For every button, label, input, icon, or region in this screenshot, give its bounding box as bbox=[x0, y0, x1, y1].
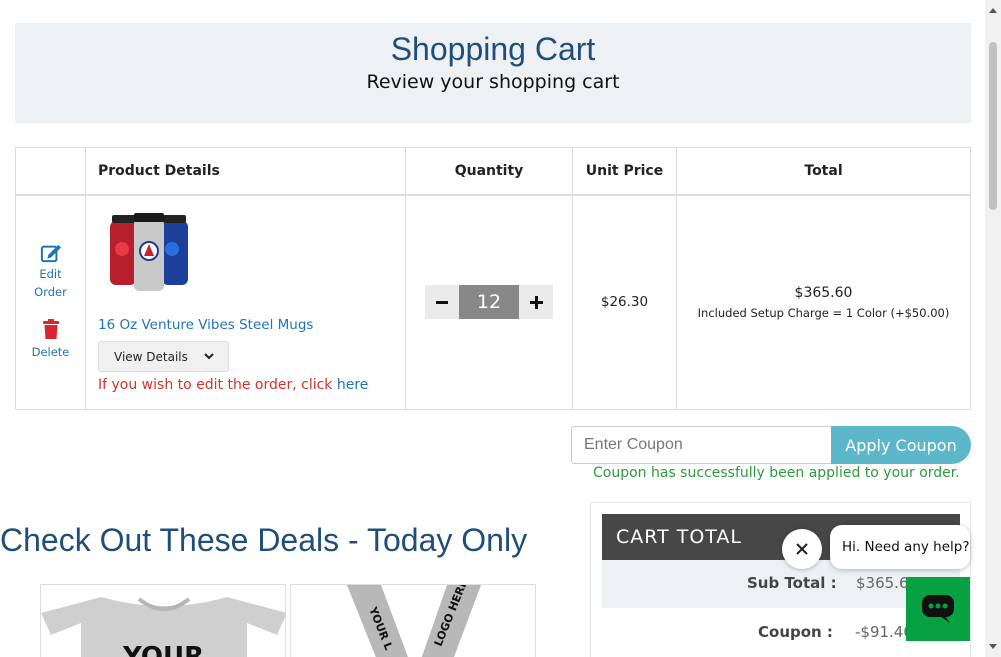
product-cell: 16 Oz Venture Vibes Steel Mugs View Deta… bbox=[85, 194, 406, 410]
tshirt-image: YOUR bbox=[41, 597, 285, 657]
column-header-total: Total bbox=[676, 147, 971, 196]
apply-coupon-button[interactable]: Apply Coupon bbox=[831, 426, 971, 464]
cart-header-band: Shopping Cart Review your shopping cart bbox=[15, 23, 971, 123]
deal-card[interactable]: YOUR bbox=[40, 584, 286, 657]
product-image[interactable] bbox=[104, 211, 194, 297]
actions-cell: Edit Order Delete bbox=[15, 194, 86, 410]
minus-icon bbox=[436, 300, 448, 304]
page-scrollbar[interactable] bbox=[985, 0, 1001, 657]
lanyard-image: YOUR L LOGO HERE bbox=[347, 585, 481, 657]
quantity-cell: 12 bbox=[405, 194, 573, 410]
deal-card[interactable]: YOUR L LOGO HERE bbox=[290, 584, 536, 657]
chat-greeting-bubble[interactable]: Hi. Need any help? bbox=[830, 525, 970, 569]
coupon-success-message: Coupon has successfully been applied to … bbox=[593, 465, 960, 481]
coupon-discount-value: -$91.40 bbox=[855, 623, 913, 641]
edit-order-note: If you wish to edit the order, click her… bbox=[98, 377, 405, 393]
quantity-value[interactable]: 12 bbox=[459, 285, 519, 320]
page-subtitle: Review your shopping cart bbox=[366, 71, 620, 93]
sub-total-label: Sub Total : bbox=[747, 574, 837, 592]
quantity-stepper: 12 bbox=[425, 285, 553, 320]
chat-dismiss-button[interactable] bbox=[782, 529, 822, 569]
coupon-discount-label: Coupon : bbox=[758, 623, 833, 641]
column-header-actions bbox=[15, 147, 86, 196]
column-header-quantity: Quantity bbox=[405, 147, 573, 196]
page-title: Shopping Cart bbox=[390, 31, 596, 67]
edit-order-button[interactable]: Edit Order bbox=[16, 243, 85, 301]
svg-text:YOUR: YOUR bbox=[122, 642, 204, 657]
edit-here-link[interactable]: here bbox=[337, 377, 369, 393]
setup-charge-note: Included Setup Charge = 1 Color (+$50.00… bbox=[697, 305, 950, 320]
coupon-form: Apply Coupon bbox=[571, 426, 971, 464]
deals-heading: Check Out These Deals - Today Only bbox=[0, 522, 528, 558]
scroll-down-arrow-icon[interactable] bbox=[989, 644, 997, 649]
product-name-link[interactable]: 16 Oz Venture Vibes Steel Mugs bbox=[98, 317, 405, 333]
chat-icon bbox=[922, 595, 954, 623]
chat-launcher-button[interactable] bbox=[906, 577, 970, 641]
column-header-product: Product Details bbox=[85, 147, 406, 196]
plus-icon bbox=[529, 295, 543, 309]
chevron-down-icon bbox=[204, 353, 214, 360]
table-row: Edit Order Delete 16 Oz Venture Vibes St… bbox=[15, 194, 971, 410]
unit-price-cell: $26.30 bbox=[572, 194, 677, 410]
cart-table: Product Details Quantity Unit Price Tota… bbox=[15, 147, 971, 410]
view-details-label: View Details bbox=[114, 349, 188, 364]
edit-order-label: Edit Order bbox=[34, 267, 67, 300]
column-header-unit-price: Unit Price bbox=[572, 147, 677, 196]
delete-label: Delete bbox=[31, 345, 70, 360]
view-details-button[interactable]: View Details bbox=[98, 341, 229, 373]
scrollbar-thumb[interactable] bbox=[989, 42, 997, 210]
cart-table-header: Product Details Quantity Unit Price Tota… bbox=[15, 147, 971, 196]
decrease-quantity-button[interactable] bbox=[425, 285, 459, 320]
increase-quantity-button[interactable] bbox=[519, 285, 553, 320]
trash-icon bbox=[42, 319, 59, 340]
coupon-input[interactable] bbox=[571, 426, 831, 464]
edit-note-text: If you wish to edit the order, click bbox=[98, 377, 337, 394]
close-icon bbox=[796, 543, 808, 555]
total-cell: $365.60 Included Setup Charge = 1 Color … bbox=[676, 194, 971, 410]
row-total: $365.60 bbox=[794, 284, 853, 301]
delete-button[interactable]: Delete bbox=[16, 319, 85, 361]
edit-icon bbox=[40, 245, 61, 263]
scroll-up-arrow-icon[interactable] bbox=[989, 8, 997, 13]
